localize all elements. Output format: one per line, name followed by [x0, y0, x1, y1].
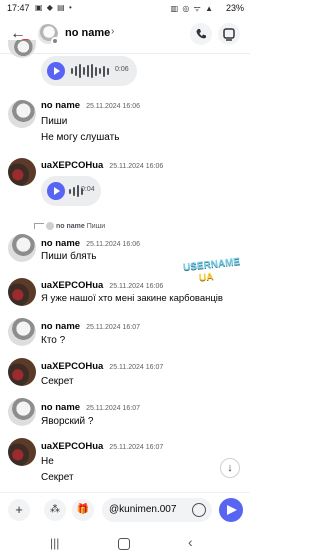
author-name[interactable]: uaXEPCOHua	[41, 280, 103, 291]
add-attachment-button[interactable]: +	[8, 499, 30, 521]
sticker: USERNAME UA	[183, 256, 241, 292]
clock: 17:47	[7, 3, 30, 13]
message-text: Яворский ?	[41, 416, 94, 427]
scroll-down-button[interactable]: ↓	[220, 458, 240, 478]
recent-apps-icon[interactable]: |||	[50, 536, 59, 550]
message-text: Не	[41, 456, 54, 467]
message-text: Секрет	[41, 376, 74, 387]
avatar[interactable]	[8, 438, 36, 466]
play-button[interactable]	[47, 62, 65, 80]
system-navigation-bar: ||| ‹	[0, 530, 250, 558]
timestamp: 25.11.2024 16:07	[109, 444, 164, 451]
avatar[interactable]	[8, 40, 36, 58]
system-icons: ▥ ◎ ᯤ ▲	[170, 4, 214, 13]
message-text: Я уже нашої хто мені закине карбованців	[41, 293, 223, 304]
emoji-icon[interactable]	[192, 503, 206, 517]
timestamp: 25.11.2024 16:07	[109, 364, 164, 371]
timestamp: 25.11.2024 16:07	[86, 324, 141, 331]
home-icon[interactable]	[118, 538, 130, 550]
avatar[interactable]	[8, 398, 36, 426]
play-button[interactable]	[47, 182, 65, 200]
message-header: uaXEPCOHua 25.11.2024 16:07	[41, 441, 163, 452]
message-text: Секрет	[41, 472, 74, 483]
message-text: Кто ?	[41, 335, 66, 346]
author-name[interactable]: uaXEPCOHua	[41, 441, 103, 452]
author-name[interactable]: no name	[41, 402, 80, 413]
message-header: uaXEPCOHua 25.11.2024 16:06	[41, 160, 163, 171]
message-header: uaXEPCOHua 25.11.2024 16:07	[41, 361, 163, 372]
author-name[interactable]: no name	[41, 100, 80, 111]
message-text: Не могу слушать	[41, 132, 120, 143]
voice-message: 0:04	[41, 176, 101, 206]
waveform-icon	[71, 64, 109, 78]
message-header: no name 25.11.2024 16:06	[41, 238, 140, 249]
message-header: no name 25.11.2024 16:07	[41, 321, 140, 332]
timestamp: 25.11.2024 16:06	[86, 103, 141, 110]
status-bar: 17:47 ▣ ◆ ▤ • ▥ ◎ ᯤ ▲ 23%	[0, 0, 250, 16]
avatar[interactable]	[8, 100, 36, 128]
apps-button[interactable]: ⁂	[44, 499, 66, 521]
message-header: no name 25.11.2024 16:06	[41, 100, 140, 111]
message-text: Пиши	[41, 116, 68, 127]
back-icon[interactable]: ‹	[188, 534, 193, 550]
author-name[interactable]: uaXEPCOHua	[41, 160, 103, 171]
author-name[interactable]: no name	[41, 238, 80, 249]
voice-message: 0:06	[41, 56, 137, 86]
offline-status-icon	[51, 37, 59, 45]
threads-icon	[223, 28, 235, 41]
send-button[interactable]	[219, 498, 243, 522]
reply-author: no name	[56, 222, 85, 230]
message-header: no name 25.11.2024 16:07	[41, 402, 140, 413]
timestamp: 25.11.2024 16:06	[109, 283, 164, 290]
call-button[interactable]	[190, 23, 212, 45]
gift-button[interactable]: 🎁	[72, 499, 94, 521]
message-header: uaXEPCOHua 25.11.2024 16:06	[41, 280, 163, 291]
avatar[interactable]	[8, 234, 36, 262]
timestamp: 25.11.2024 16:06	[109, 163, 164, 170]
message-text: Пиши блять	[41, 251, 97, 262]
reply-text: Пиши	[86, 222, 106, 230]
timestamp: 25.11.2024 16:06	[86, 241, 141, 248]
avatar[interactable]	[8, 318, 36, 346]
avatar[interactable]	[8, 158, 36, 186]
battery-level: 23%	[225, 3, 244, 13]
avatar[interactable]	[8, 278, 36, 306]
voice-duration: 0:04	[81, 186, 95, 193]
notification-icons: ▣ ◆ ▤ •	[35, 3, 73, 12]
reply-connector-icon	[34, 223, 44, 229]
avatar[interactable]	[8, 358, 36, 386]
avatar	[46, 222, 54, 230]
chevron-right-icon[interactable]: ›	[111, 26, 114, 37]
phone-icon	[196, 29, 206, 39]
timestamp: 25.11.2024 16:07	[86, 405, 141, 412]
reply-reference[interactable]: no name Пиши	[34, 222, 105, 230]
author-name[interactable]: no name	[41, 321, 80, 332]
voice-duration: 0:06	[115, 66, 129, 73]
threads-button[interactable]	[218, 23, 240, 45]
page-title[interactable]: no name	[65, 27, 110, 39]
author-name[interactable]: uaXEPCOHua	[41, 361, 103, 372]
message-composer: + ⁂ 🎁 @kunimen.007	[0, 492, 250, 526]
channel-header: ← 67 no name ›	[0, 16, 250, 54]
